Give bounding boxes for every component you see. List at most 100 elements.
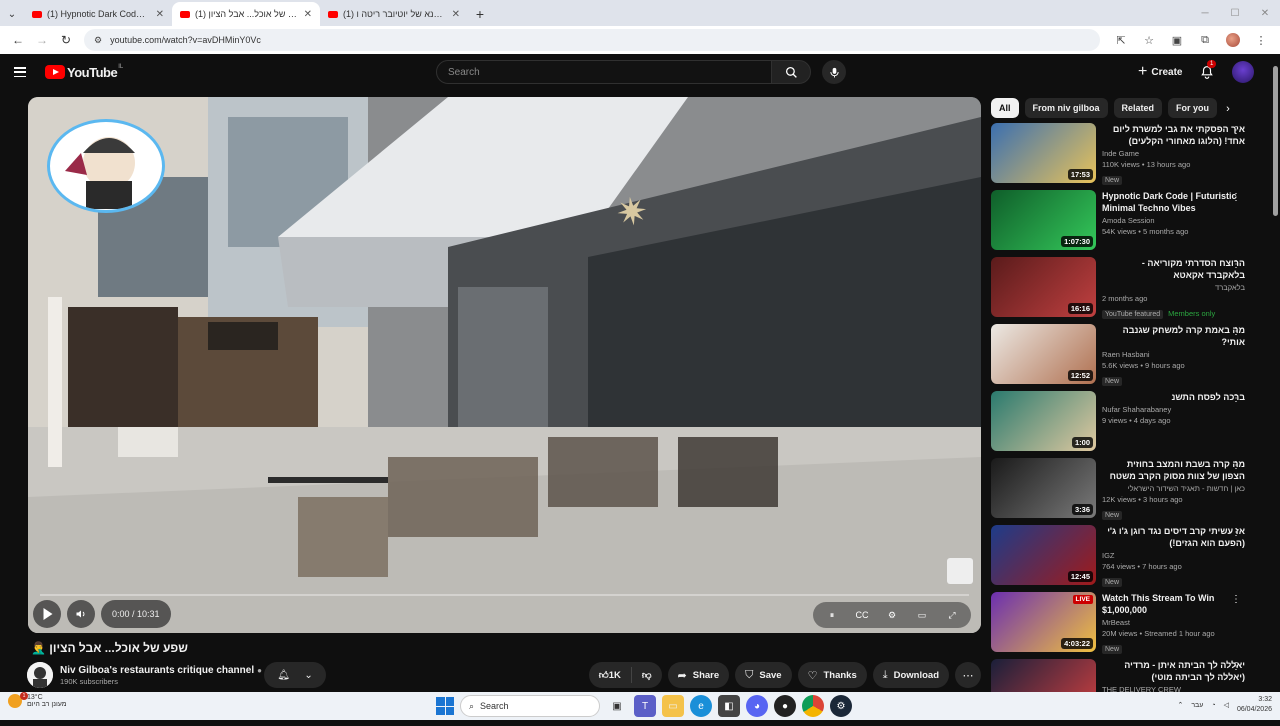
recommendation-title[interactable]: מה קרה בשבת והמצב בחוזית הצפון של צוות מ… — [1102, 458, 1245, 482]
channel-branding-icon[interactable] — [947, 558, 973, 584]
chrome-icon[interactable] — [802, 695, 824, 717]
recommendation-title[interactable]: איך הפסקתי את גבי למשרת ליום אחד! (הלוגו… — [1102, 123, 1245, 147]
share-button[interactable]: ➦ Share — [667, 662, 730, 688]
video-player[interactable]: ✷ 0:00 / 10:31 ⏸ CC ⚙ ▭ ⤢ — [28, 97, 981, 633]
recommendation-item[interactable]: 16:16 הרוצח הסדרתי מקוריאה - בלאקברד אקא… — [991, 257, 1245, 324]
more-options-icon[interactable]: ⋮ — [1231, 527, 1241, 538]
steam-icon[interactable]: ⚙ — [830, 695, 852, 717]
more-options-icon[interactable]: ⋮ — [1231, 594, 1241, 605]
recommendation-channel[interactable]: MrBeast — [1102, 618, 1245, 627]
recommendation-title[interactable]: אז עשיתי קרב דיסים נגד רוגן ג'ו ג'י (הפע… — [1102, 525, 1245, 549]
recommendation-title[interactable]: מה באמת קרה למשחק שגנבה אותי? — [1102, 324, 1245, 348]
chip-all[interactable]: All — [991, 98, 1019, 118]
more-options-icon[interactable]: ⋮ — [1231, 125, 1241, 136]
chevron-right-icon[interactable]: › — [1219, 100, 1237, 118]
chip-from-channel[interactable]: From niv gilboa — [1024, 98, 1108, 118]
recommendation-channel[interactable]: Inde Game — [1102, 149, 1245, 158]
recommendation-title[interactable]: Watch This Stream To Win $1,000,000 — [1102, 592, 1245, 616]
more-options-icon[interactable]: ⋮ — [1231, 661, 1241, 672]
chevron-up-icon[interactable]: ⌃ — [1177, 701, 1183, 709]
maximize-icon[interactable]: ☐ — [1220, 0, 1250, 26]
recommendation-thumbnail[interactable]: 1:00 — [991, 391, 1096, 451]
recommendation-channel[interactable]: כאן | חדשות - תאגיד השידור הישראלי — [1102, 484, 1245, 493]
task-view-icon[interactable]: ▣ — [606, 695, 628, 717]
browser-tab-2[interactable]: (1) שפע של אוכל... אבל הציון ✕ — [172, 2, 320, 26]
weather-widget[interactable]: 1 13°C מעונן רב היום — [8, 692, 67, 708]
save-button[interactable]: ⛉ Save — [735, 662, 792, 688]
recommendation-thumbnail[interactable]: LIVE 4:03:22 — [991, 592, 1096, 652]
recommendation-item[interactable]: 1:07:30 Hypnotic Dark Code | Futuristic … — [991, 190, 1245, 257]
browser-tab-1[interactable]: (1) Hypnotic Dark Code | Futur ✕ — [24, 2, 172, 26]
windows-start-icon[interactable] — [436, 697, 454, 715]
recommendation-channel[interactable]: Nufar Shaharabaney — [1102, 405, 1245, 414]
recommendation-channel[interactable]: IGZ — [1102, 551, 1245, 560]
forward-icon[interactable]: → — [30, 29, 54, 51]
recommendation-item[interactable]: 17:53 איך הפסקתי את גבי למשרת ליום אחד! … — [991, 123, 1245, 190]
theater-mode-icon[interactable]: ▭ — [911, 604, 933, 626]
more-actions-button[interactable]: ⋯ — [955, 662, 981, 688]
taskbar-search[interactable]: ⌕ Search — [460, 695, 600, 717]
more-options-icon[interactable]: ⋮ — [1231, 393, 1241, 404]
profile-icon[interactable] — [1220, 29, 1246, 51]
puzzle-icon[interactable]: ⧉ — [1192, 29, 1218, 51]
recommendation-title[interactable]: הרוצח הסדרתי מקוריאה - בלאקברד אקאטא — [1102, 257, 1245, 281]
recommendation-thumbnail[interactable]: 17:53 — [991, 123, 1096, 183]
youtube-logo[interactable]: YouTube IL — [45, 64, 123, 80]
notifications-button[interactable]: 1 — [1197, 60, 1217, 82]
edge-icon[interactable]: e — [690, 695, 712, 717]
close-icon[interactable]: ✕ — [156, 9, 164, 20]
minimize-icon[interactable]: ─ — [1190, 0, 1220, 26]
recommendation-thumbnail[interactable]: 3:36 — [991, 458, 1096, 518]
wifi-icon[interactable]: ◔ — [1211, 702, 1215, 709]
cast-icon[interactable]: ⇱ — [1108, 29, 1134, 51]
browser-tab-3[interactable]: (1) ככה אנא של יוטיובר ריטה ו ✕ — [320, 2, 468, 26]
teams-icon[interactable]: T — [634, 695, 656, 717]
recommendation-title[interactable]: ברכה לפסח התשנ — [1102, 391, 1245, 403]
settings-gear-icon[interactable]: ⚙ — [881, 604, 903, 626]
speaker-icon[interactable]: ◁ — [1224, 701, 1229, 709]
close-icon[interactable]: ✕ — [304, 9, 312, 20]
dislike-button[interactable]: 👎︎ — [632, 662, 662, 688]
file-explorer-icon[interactable]: ▭ — [662, 695, 684, 717]
thanks-button[interactable]: ♡ Thanks — [797, 662, 867, 688]
more-options-icon[interactable]: ⋮ — [1231, 259, 1241, 270]
subscribed-notification-button[interactable]: 🔔︎ ⌄ — [264, 662, 326, 688]
captions-icon[interactable]: CC — [851, 604, 873, 626]
chip-for-you[interactable]: For you — [1168, 98, 1218, 118]
more-options-icon[interactable]: ⋮ — [1231, 192, 1241, 203]
recommendation-channel[interactable]: Raen Hasbani — [1102, 350, 1245, 359]
recommendation-title[interactable]: יאללה לך הביתה איתן - מרדיה (יאללה לך הב… — [1102, 659, 1245, 683]
account-avatar[interactable] — [1232, 61, 1254, 83]
language-indicator[interactable]: עבר — [1191, 702, 1203, 709]
channel-name[interactable]: Niv Gilboa's restaurants critique channe… — [60, 665, 262, 676]
search-input[interactable]: Search — [436, 60, 772, 84]
play-button[interactable] — [33, 600, 61, 628]
voice-search-button[interactable] — [822, 60, 846, 84]
volume-button[interactable] — [67, 600, 95, 628]
recommendation-thumbnail[interactable]: 12:52 — [991, 324, 1096, 384]
create-button[interactable]: + Create — [1130, 60, 1190, 84]
bookmark-star-icon[interactable]: ☆ — [1136, 29, 1162, 51]
taskbar-clock[interactable]: 3:32 06/04/2026 — [1237, 695, 1272, 715]
extension-icon[interactable]: ▣ — [1164, 29, 1190, 51]
recommendation-thumbnail[interactable]: 16:16 — [991, 257, 1096, 317]
channel-avatar[interactable] — [27, 662, 53, 688]
recommendation-channel[interactable]: בלאקברד — [1102, 283, 1245, 292]
scrollbar-thumb[interactable] — [1273, 66, 1278, 216]
recommendation-thumbnail[interactable]: 1:07:30 — [991, 190, 1096, 250]
chrome-menu-icon[interactable]: ⋮ — [1248, 29, 1274, 51]
recommendation-item[interactable]: 12:45 אז עשיתי קרב דיסים נגד רוגן ג'ו ג'… — [991, 525, 1245, 592]
tab-search-button[interactable]: ⌄ — [0, 2, 24, 26]
discord-icon[interactable]: ◕ — [746, 695, 768, 717]
more-options-icon[interactable]: ⋮ — [1231, 326, 1241, 337]
reload-icon[interactable]: ↻ — [54, 29, 78, 51]
scrollbar[interactable] — [1270, 60, 1280, 692]
like-button[interactable]: 👍︎ 1K — [589, 662, 631, 688]
recommendation-item[interactable]: 1:00 ברכה לפסח התשנ Nufar Shaharabaney 9… — [991, 391, 1245, 458]
fullscreen-icon[interactable]: ⤢ — [941, 604, 963, 626]
more-options-icon[interactable]: ⋮ — [1231, 460, 1241, 471]
recommendation-thumbnail[interactable]: 12:45 — [991, 525, 1096, 585]
close-window-icon[interactable]: ✕ — [1250, 0, 1280, 26]
back-icon[interactable]: ← — [6, 29, 30, 51]
recommendation-title[interactable]: Hypnotic Dark Code | Futuristic Minimal … — [1102, 190, 1245, 214]
